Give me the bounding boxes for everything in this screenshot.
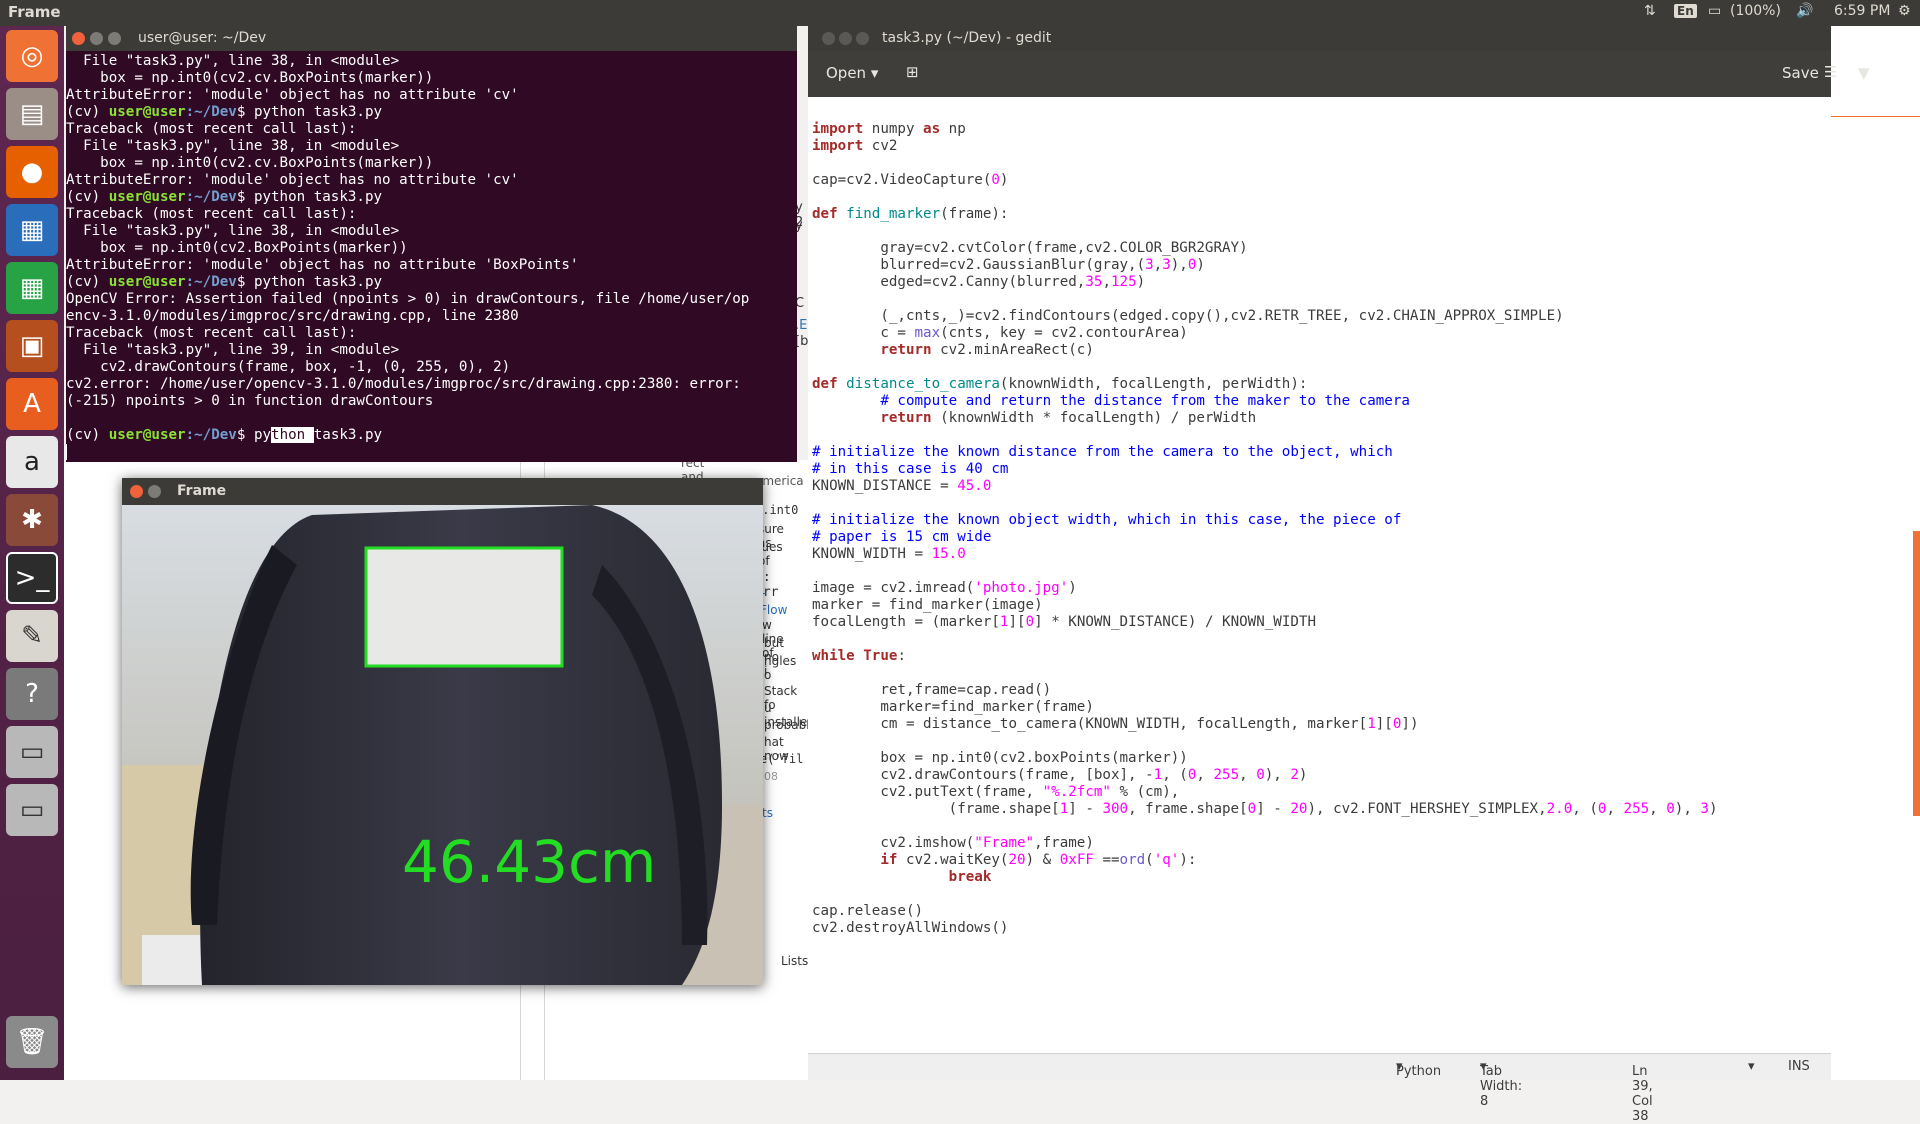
status-bar: Python ▾ Tab Width: 8 ▾ Ln 39, Col 38 ▾ … [808,1053,1831,1124]
gear-icon[interactable]: ⚙ [1898,3,1911,19]
terminal-title: user@user: ~/Dev [138,30,267,46]
chevron-down-icon: ▾ [870,64,879,82]
terminal-icon[interactable]: >_ [6,552,58,604]
writer-icon[interactable]: ▦ [6,204,58,256]
terminal-titlebar[interactable]: user@user: ~/Dev [66,26,797,51]
cursor [66,444,76,460]
gedit-toolbar: Open ▾ ⊞ Save ☰ [808,51,1837,97]
prompt-symbol: $ [236,104,254,120]
close-icon[interactable] [72,32,85,45]
scrollbar[interactable] [1913,531,1920,816]
impress-icon[interactable]: ▣ [6,320,58,372]
bg-fragment: r Flow [760,589,788,617]
distance-label: 46.43cm [402,828,656,896]
terminal-window[interactable]: user@user: ~/Dev File "task3.py", line 3… [66,26,797,462]
code-editor[interactable]: import numpy as np import cv2 cap=cv2.Vi… [812,97,1831,1054]
prompt-symbol: $ [236,189,254,205]
volume-icon[interactable]: 🔊 [1796,3,1813,19]
tab-width-selector[interactable]: Tab Width: 8 ▾ [1480,1059,1522,1109]
firefox-icon[interactable]: ● [6,146,58,198]
prompt-symbol: $ [236,274,254,290]
new-tab-icon[interactable]: ⊞ [906,63,919,81]
minimize-icon[interactable] [839,32,852,45]
open-button[interactable]: Open ▾ [826,64,878,82]
pocket-icon[interactable]: ▼ [1858,64,1870,82]
bg-fragment[interactable]: Lists [781,954,808,968]
maximize-icon[interactable] [108,32,121,45]
prompt-user: user@user [108,427,186,443]
bg-fragment: ngles o [764,654,797,682]
selected-text: thon [271,427,314,443]
network-icon[interactable]: ⇅ [1644,3,1656,19]
language-label: Python [1396,1064,1442,1079]
divider [1831,116,1920,117]
prompt-env: (cv) [66,427,109,443]
tab-width-label: Tab Width: 8 [1480,1064,1523,1109]
terminal-output[interactable]: File "task3.py", line 38, in <module> bo… [66,53,749,461]
save-button[interactable]: Save [1782,64,1819,82]
trash-icon[interactable]: 🗑 [6,1016,58,1068]
close-icon[interactable] [822,32,835,45]
prompt-user: user@user [108,189,186,205]
menu-icon[interactable]: ☰ [1824,63,1837,81]
calc-icon[interactable]: ▦ [6,262,58,314]
frame-title: Frame [177,483,227,499]
battery-icon[interactable]: ▭ [1708,3,1721,19]
gedit-window[interactable]: task3.py (~/Dev) - gedit Open ▾ ⊞ Save ☰… [808,26,1837,1124]
drive-icon[interactable]: ▭ [6,726,58,778]
top-panel: Frame ⇅ En ▭ (100%) 🔊 6:59 PM ⚙ [0,0,1920,26]
background-window-strip [1831,26,1920,1080]
prompt-env: (cv) [66,189,109,205]
bg-fragment: ts [762,806,773,820]
bg-fragment: e('fil [760,752,804,766]
ubuntu-dash-icon[interactable]: ◎ [6,30,58,82]
battery-percent: (100%) [1730,3,1781,19]
drive-icon[interactable]: ▭ [6,784,58,836]
cursor-position-label: Ln 39, Col 38 [1632,1064,1653,1124]
prompt-symbol: $ [236,427,254,443]
prompt-path: :~/Dev [185,104,237,120]
prompt-path: :~/Dev [185,427,237,443]
code-text[interactable]: import numpy as np import cv2 cap=cv2.Vi… [812,121,1718,937]
active-app-name: Frame [8,3,61,21]
files-icon[interactable]: ▤ [6,88,58,140]
launcher: ◎ ▤ ● ▦ ▦ ▣ A a ✱ >_ ✎ ? ▭ ▭ 🗑 [0,26,64,1080]
prompt-user: user@user [108,274,186,290]
bg-fragment: 08 [764,770,778,783]
help-icon[interactable]: ? [6,668,58,720]
close-icon[interactable] [130,485,143,498]
frame-window[interactable]: Frame 46.43cm [122,478,763,985]
gedit-title: task3.py (~/Dev) - gedit [882,30,1052,46]
prompt-env: (cv) [66,104,109,120]
clock[interactable]: 6:59 PM [1834,3,1890,19]
chevron-down-icon[interactable]: ▾ [1748,1059,1755,1074]
prompt-path: :~/Dev [185,189,237,205]
camera-feed: 46.43cm [122,505,763,985]
keyboard-layout-label: En [1674,4,1697,18]
minimize-icon[interactable] [90,32,103,45]
keyboard-layout-indicator[interactable]: En [1674,3,1697,19]
camera-image: 46.43cm [122,505,763,985]
gedit-titlebar[interactable]: task3.py (~/Dev) - gedit [808,26,1831,51]
text-editor-icon[interactable]: ✎ [6,610,58,662]
prompt-path: :~/Dev [185,274,237,290]
open-button-label: Open [826,64,867,82]
insert-mode: INS [1788,1059,1810,1074]
software-center-icon[interactable]: A [6,378,58,430]
frame-titlebar[interactable]: Frame [122,478,763,505]
system-settings-icon[interactable]: ✱ [6,494,58,546]
prompt-user: user@user [108,104,186,120]
language-selector[interactable]: Python ▾ [1396,1059,1441,1079]
amazon-icon[interactable]: a [6,436,58,488]
minimize-icon[interactable] [148,485,161,498]
prompt-env: (cv) [66,274,109,290]
maximize-icon[interactable] [856,32,869,45]
